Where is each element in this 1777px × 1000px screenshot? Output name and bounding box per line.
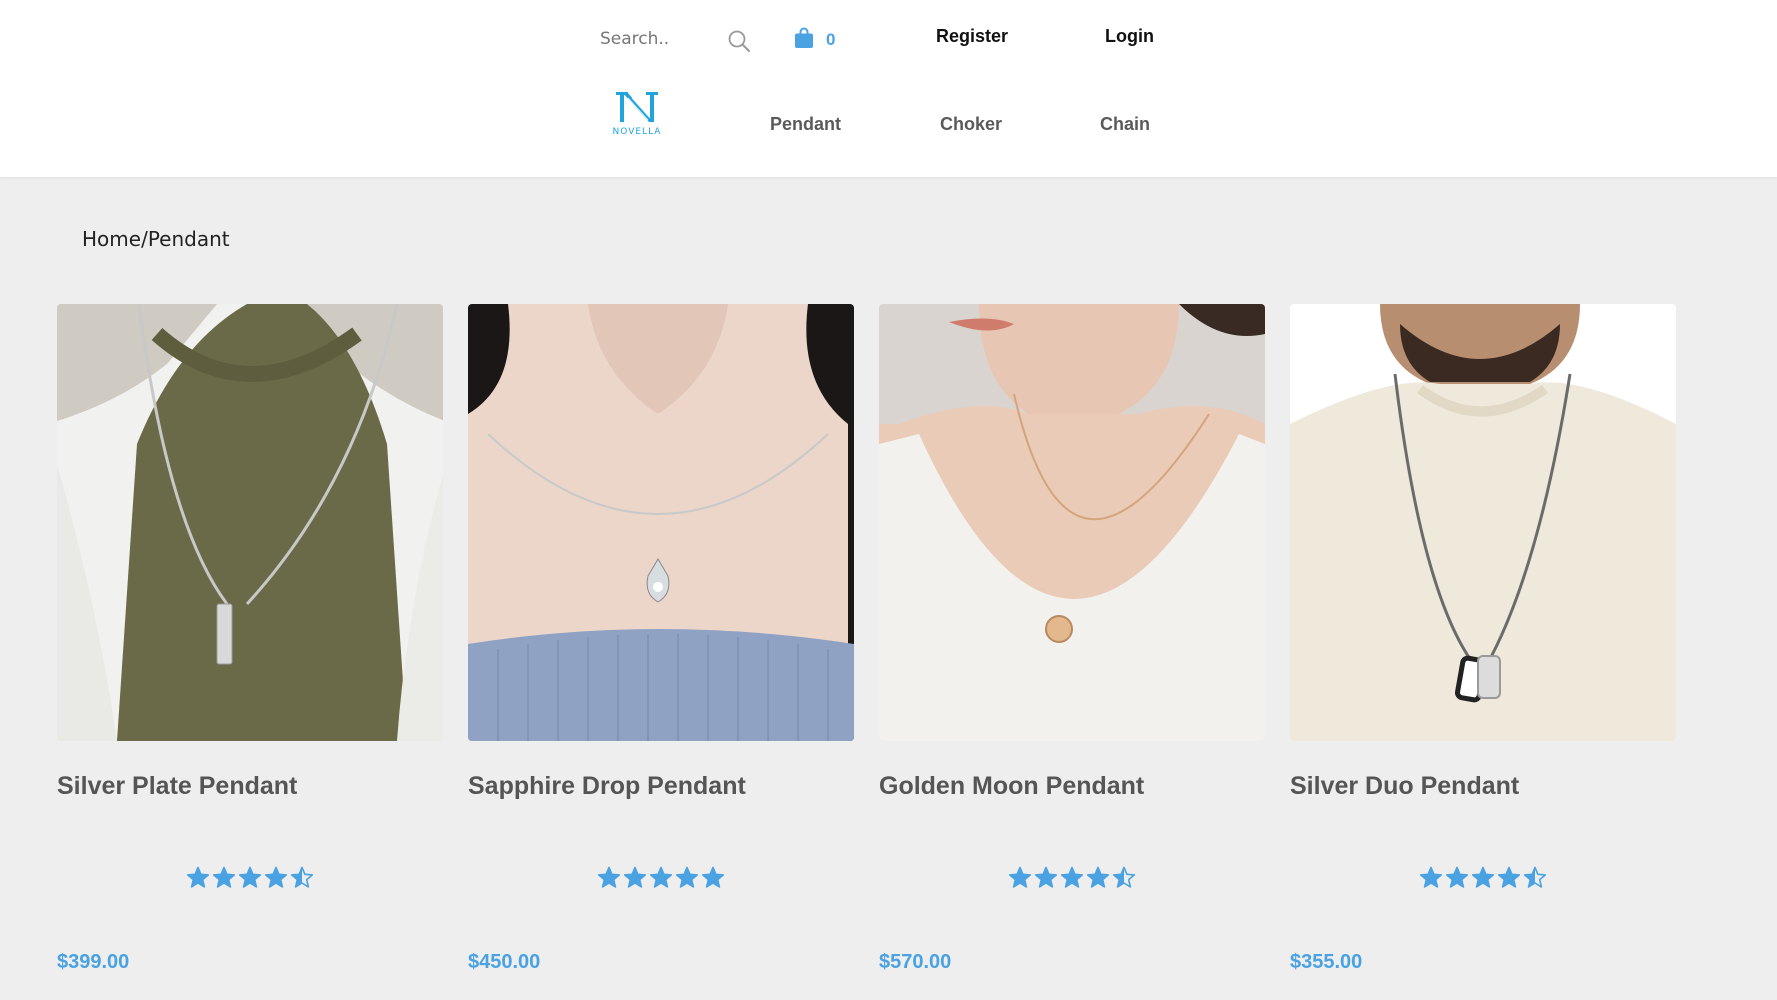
star-full-icon: [649, 866, 673, 888]
product-image[interactable]: [1290, 304, 1676, 741]
product-card[interactable]: Golden Moon Pendant $570.00: [879, 304, 1265, 973]
star-full-icon: [264, 866, 288, 888]
star-full-icon: [623, 866, 647, 888]
star-full-icon: [1471, 866, 1495, 888]
nav-choker[interactable]: Choker: [940, 114, 1002, 135]
product-card[interactable]: Silver Duo Pendant $355.00: [1290, 304, 1676, 973]
star-full-icon: [1497, 866, 1521, 888]
product-price: $450.00: [468, 951, 541, 973]
rating-stars: [1290, 866, 1676, 890]
login-link[interactable]: Login: [1105, 26, 1154, 47]
star-full-icon: [597, 866, 621, 888]
register-link[interactable]: Register: [936, 26, 1008, 47]
star-full-icon: [1008, 866, 1032, 888]
rating-stars: [879, 866, 1265, 890]
shopping-bag-icon: [794, 27, 814, 53]
star-full-icon: [1060, 866, 1084, 888]
logo-mark: [616, 92, 658, 122]
product-title[interactable]: Silver Plate Pendant: [57, 772, 297, 801]
product-card[interactable]: Silver Plate Pendant $399.00: [57, 304, 443, 973]
cart-count: 0: [826, 30, 836, 49]
breadcrumb: Home/Pendant: [82, 227, 230, 251]
novella-logo[interactable]: NOVELLA: [606, 89, 668, 139]
star-full-icon: [1086, 866, 1110, 888]
product-image[interactable]: [468, 304, 854, 741]
search-icon[interactable]: [726, 28, 752, 54]
star-full-icon: [238, 866, 262, 888]
star-full-icon: [1034, 866, 1058, 888]
product-price: $399.00: [57, 951, 130, 973]
star-full-icon: [675, 866, 699, 888]
product-title[interactable]: Golden Moon Pendant: [879, 772, 1144, 801]
breadcrumb-home[interactable]: Home: [82, 227, 141, 251]
logo-text: NOVELLA: [612, 127, 662, 137]
star-full-icon: [1419, 866, 1443, 888]
nav-chain[interactable]: Chain: [1100, 114, 1150, 135]
breadcrumb-current: Pendant: [147, 227, 230, 251]
star-half-icon: [290, 866, 314, 888]
star-half-icon: [1523, 866, 1547, 888]
star-half-icon: [1112, 866, 1136, 888]
star-full-icon: [186, 866, 210, 888]
product-image[interactable]: [57, 304, 443, 741]
product-title[interactable]: Sapphire Drop Pendant: [468, 772, 746, 801]
site-header: 0 Register Login NOVELLA Pendant Choker …: [0, 0, 1777, 177]
breadcrumb-separator: /: [141, 227, 148, 251]
rating-stars: [57, 866, 443, 890]
product-card[interactable]: Sapphire Drop Pendant $450.00: [468, 304, 854, 973]
product-price: $355.00: [1290, 951, 1363, 973]
star-full-icon: [701, 866, 725, 888]
star-full-icon: [212, 866, 236, 888]
product-image[interactable]: [879, 304, 1265, 741]
product-title[interactable]: Silver Duo Pendant: [1290, 772, 1519, 801]
search-input[interactable]: [594, 25, 724, 53]
cart-button[interactable]: 0: [794, 25, 835, 55]
product-price: $570.00: [879, 951, 952, 973]
rating-stars: [468, 866, 854, 890]
nav-pendant[interactable]: Pendant: [770, 114, 841, 135]
star-full-icon: [1445, 866, 1469, 888]
